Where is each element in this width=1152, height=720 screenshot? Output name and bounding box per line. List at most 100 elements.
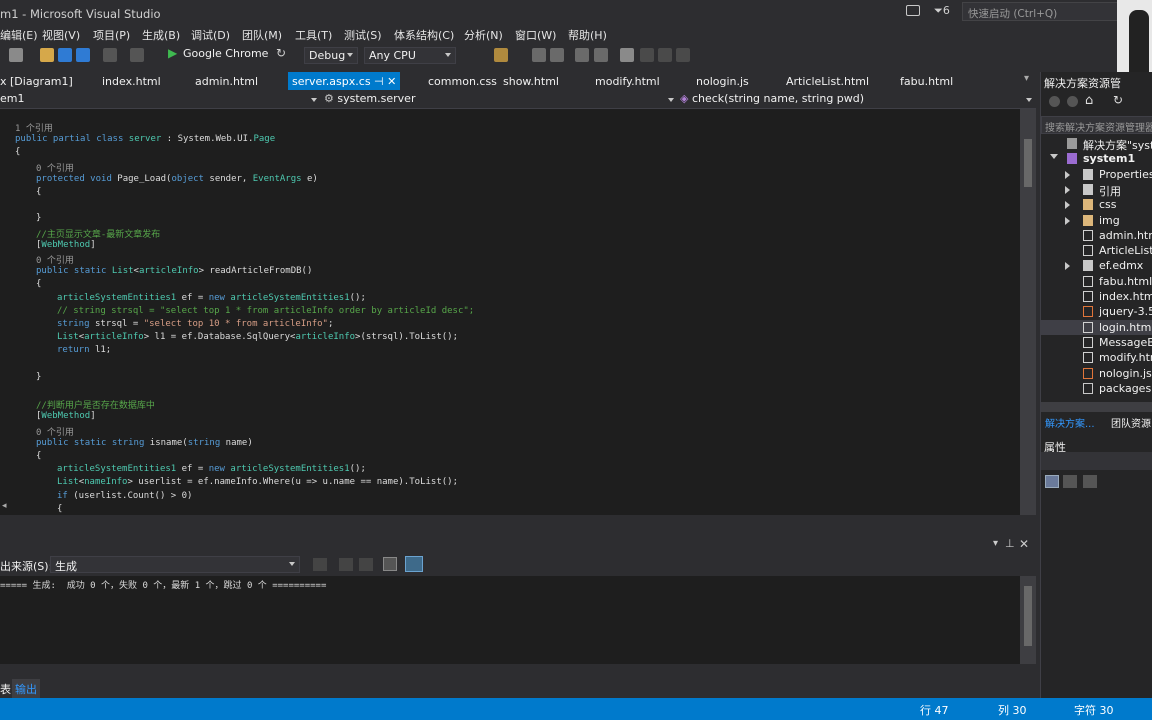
editor-horizontal-scrollbar[interactable] <box>0 515 1036 528</box>
tree-item[interactable]: packages.c <box>1041 381 1152 396</box>
forward-icon[interactable] <box>1067 96 1078 107</box>
new-project-icon[interactable] <box>9 48 23 62</box>
property-pages-icon[interactable] <box>1083 475 1097 488</box>
menu-item[interactable]: 分析(N) <box>464 27 503 43</box>
tab-error-list[interactable]: 表 <box>0 681 11 697</box>
indent-icon[interactable] <box>594 48 608 62</box>
menu-item[interactable]: 项目(P) <box>93 27 130 43</box>
tab-common-css[interactable]: common.css <box>428 72 497 90</box>
clear-bookmark-icon[interactable] <box>676 48 690 62</box>
output-horizontal-scrollbar[interactable] <box>0 664 1036 678</box>
find-icon[interactable] <box>494 48 508 62</box>
editor-vertical-scrollbar[interactable] <box>1020 109 1036 515</box>
tab-show-html[interactable]: show.html <box>503 72 559 90</box>
nav-member[interactable]: ◈ check(string name, string pwd) <box>680 92 864 105</box>
tree-item[interactable]: fabu.html <box>1041 274 1152 289</box>
tree-item[interactable]: MessageBo <box>1041 335 1152 350</box>
prev-bookmark-icon[interactable] <box>640 48 654 62</box>
tree-item[interactable]: 解决方案"system1 <box>1041 136 1152 152</box>
menu-item[interactable]: 团队(M) <box>242 27 282 43</box>
properties-object-select[interactable] <box>1041 452 1152 470</box>
panel-menu-icon[interactable]: ▾ <box>993 538 998 549</box>
browser-selector[interactable]: Google Chrome <box>183 47 268 60</box>
outdent-icon[interactable] <box>575 48 589 62</box>
tree-item[interactable]: admin.html <box>1041 228 1152 243</box>
prev-message-icon[interactable] <box>339 558 353 571</box>
notification-icon[interactable] <box>906 5 920 16</box>
next-bookmark-icon[interactable] <box>658 48 672 62</box>
next-message-icon[interactable] <box>359 558 373 571</box>
bookmark-icon[interactable] <box>620 48 634 62</box>
tab-fabu-html[interactable]: fabu.html <box>900 72 953 90</box>
undo-icon[interactable] <box>103 48 117 62</box>
close-panel-icon[interactable]: ✕ <box>1019 537 1029 551</box>
nav-project-dropdown-icon[interactable] <box>311 98 317 102</box>
quick-launch-input[interactable]: 快速启动 (Ctrl+Q) <box>962 2 1120 21</box>
nav-project[interactable]: em1 <box>0 92 24 105</box>
tree-item[interactable]: index.html <box>1041 289 1152 304</box>
categorized-icon[interactable] <box>1045 475 1059 488</box>
tab-x-diagram1-[interactable]: x [Diagram1] <box>0 72 73 90</box>
home-icon[interactable]: ⌂ <box>1085 93 1093 108</box>
code-editor[interactable]: 1 个引用 public partial class server : Syste… <box>0 109 1020 515</box>
open-folder-icon[interactable] <box>40 48 54 62</box>
tab-solution-explorer[interactable]: 解决方案... <box>1045 415 1095 430</box>
menu-item[interactable]: 帮助(H) <box>568 27 607 43</box>
tree-item[interactable]: css <box>1041 197 1152 212</box>
collapse-arrow-icon[interactable] <box>1050 154 1058 160</box>
tree-item[interactable]: nologin.js <box>1041 366 1152 381</box>
menu-item[interactable]: 窗口(W) <box>515 27 556 43</box>
menu-item[interactable]: 生成(B) <box>142 27 180 43</box>
tab-server-aspx-cs[interactable]: server.aspx.cs ⊣ ✕ <box>288 72 401 90</box>
menu-item[interactable]: 视图(V) <box>42 27 80 43</box>
tab-output[interactable]: 输出 <box>12 679 40 699</box>
save-all-icon[interactable] <box>76 48 90 62</box>
tab-modify-html[interactable]: modify.html <box>595 72 660 90</box>
menu-item[interactable]: 体系结构(C) <box>394 27 454 43</box>
tree-item[interactable]: img <box>1041 213 1152 228</box>
output-text-area[interactable]: ===== 生成: 成功 0 个，失败 0 个，最新 1 个，跳过 0 个 ==… <box>0 576 1020 664</box>
expand-arrow-icon[interactable] <box>1065 262 1070 271</box>
expand-arrow-icon[interactable] <box>1065 185 1070 194</box>
scroll-left-icon[interactable]: ◂ <box>2 501 7 511</box>
tab-team-explorer[interactable]: 团队资源... <box>1111 415 1152 430</box>
start-debug-icon[interactable]: ▶ <box>168 46 177 60</box>
tree-item[interactable]: Properties <box>1041 167 1152 182</box>
refresh-icon[interactable]: ↻ <box>276 46 286 60</box>
save-icon[interactable] <box>58 48 72 62</box>
pin-icon[interactable]: ⊥ <box>1005 537 1015 550</box>
tab-overflow-icon[interactable]: ▾ <box>1024 73 1029 84</box>
solution-search-input[interactable]: 搜索解决方案资源管理器 <box>1041 116 1152 134</box>
menu-item[interactable]: 调试(D) <box>191 27 230 43</box>
menu-item[interactable]: 测试(S) <box>344 27 382 43</box>
sync-icon[interactable]: ↻ <box>1113 93 1123 107</box>
menu-item[interactable]: 编辑(E) <box>0 27 38 43</box>
tab-nologin-js[interactable]: nologin.js <box>696 72 749 90</box>
platform-select[interactable]: Any CPU <box>364 47 456 64</box>
tree-item[interactable]: ef.edmx <box>1041 258 1152 273</box>
alphabetical-icon[interactable] <box>1063 475 1077 488</box>
tree-item[interactable]: ArticleList.h <box>1041 243 1152 258</box>
nav-class[interactable]: ⚙ system.server <box>324 92 415 105</box>
tree-item[interactable]: modify.htm <box>1041 350 1152 365</box>
tree-item[interactable]: system1 <box>1041 151 1152 166</box>
tab-admin-html[interactable]: admin.html <box>195 72 258 90</box>
align-icon[interactable] <box>532 48 546 62</box>
goto-error-icon[interactable] <box>313 558 327 571</box>
nav-member-dropdown-icon[interactable] <box>1026 98 1032 102</box>
tab-close-icon[interactable]: ⊣ ✕ <box>371 75 396 88</box>
config-select[interactable]: Debug <box>304 47 358 64</box>
redo-icon[interactable] <box>130 48 144 62</box>
output-source-select[interactable]: 生成 <box>50 556 300 573</box>
tree-item[interactable]: jquery-3.5. <box>1041 304 1152 319</box>
filter-icon[interactable]: ⏷6 <box>934 4 950 18</box>
menu-item[interactable]: 工具(T) <box>295 27 332 43</box>
tab-articlelist-html[interactable]: ArticleList.html <box>786 72 869 90</box>
clear-all-icon[interactable] <box>383 557 397 571</box>
tab-index-html[interactable]: index.html <box>102 72 161 90</box>
expand-arrow-icon[interactable] <box>1065 201 1070 210</box>
nav-class-dropdown-icon[interactable] <box>668 98 674 102</box>
expand-arrow-icon[interactable] <box>1065 216 1070 225</box>
tree-item[interactable]: 引用 <box>1041 182 1152 198</box>
back-icon[interactable] <box>1049 96 1060 107</box>
